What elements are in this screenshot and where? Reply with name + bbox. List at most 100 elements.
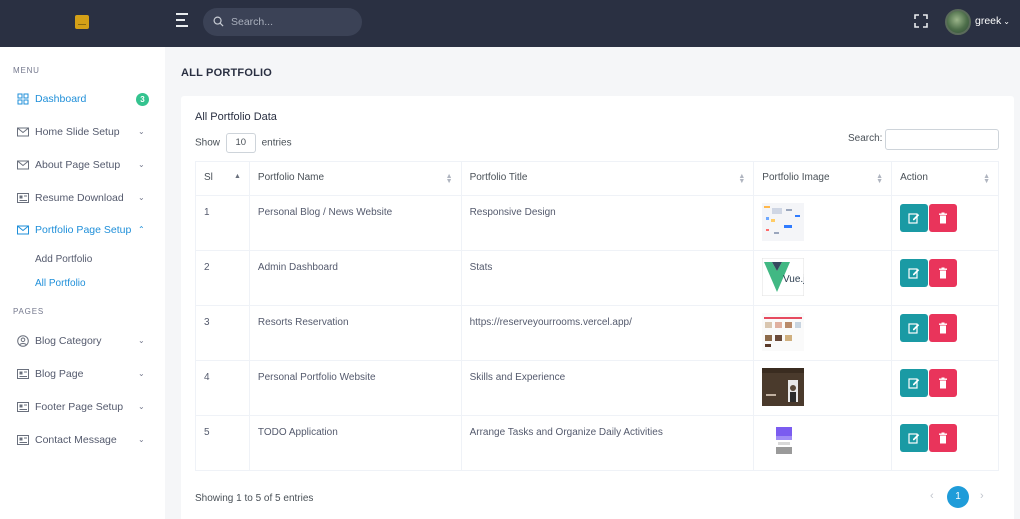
- newspaper-icon: [17, 402, 29, 412]
- cell-portfolio-name: Personal Portfolio Website: [248, 360, 462, 416]
- chevron-down-icon: ⌄: [138, 402, 145, 411]
- cell-sl: 2: [195, 250, 250, 306]
- entries-select[interactable]: 10: [225, 133, 256, 153]
- column-header-portfolio-title[interactable]: Portfolio Title ▲ ▼: [460, 161, 755, 196]
- cell-portfolio-image: [753, 305, 893, 361]
- brand-logo-icon[interactable]: [75, 15, 89, 29]
- grid-icon: [17, 93, 29, 105]
- cell-actions: [891, 195, 999, 251]
- logo-area: [0, 0, 165, 47]
- vuejs-logo-thumbnail: Vue.js: [762, 258, 805, 296]
- cell-portfolio-title: https://reserveyourrooms.vercel.app/: [460, 305, 755, 361]
- table-row: 5 TODO Application Arrange Tasks and Org…: [195, 415, 999, 471]
- chevron-up-icon: ⌃: [138, 225, 145, 234]
- delete-button[interactable]: [929, 259, 958, 287]
- chevron-down-icon: ⌄: [138, 435, 145, 444]
- pagination-previous[interactable]: ‹: [930, 490, 934, 502]
- table-search-label: Search:: [848, 133, 883, 144]
- cell-portfolio-name: Resorts Reservation: [248, 305, 462, 361]
- mail-icon: [17, 160, 29, 170]
- trash-icon: [939, 322, 948, 334]
- cell-sl: 5: [195, 415, 250, 471]
- cell-actions: [891, 360, 999, 416]
- newspaper-icon: [17, 369, 29, 379]
- sidebar-item-label: Portfolio Page Setup: [35, 224, 132, 236]
- cell-portfolio-title: Stats: [460, 250, 755, 306]
- portfolio-website-thumbnail: [762, 368, 805, 406]
- sidebar-item-resume-download[interactable]: Resume Download ⌄: [0, 186, 165, 212]
- delete-button[interactable]: [929, 424, 958, 452]
- sort-icon: ▲ ▼: [876, 173, 884, 185]
- top-navbar: greek⌄: [0, 0, 1020, 47]
- notification-badge: 3: [136, 93, 149, 106]
- newspaper-icon: [17, 435, 29, 445]
- sort-icon: ▲ ▼: [445, 173, 453, 185]
- username-label: greek: [975, 15, 1002, 27]
- search-input[interactable]: [231, 13, 351, 31]
- portfolio-table: Sl ▲ Portfolio Name ▲ ▼ Portfolio Title ▲ ▼ P…: [195, 161, 999, 471]
- chevron-down-icon: ⌄: [138, 336, 145, 345]
- sidebar-subitem-add-portfolio[interactable]: Add Portfolio: [35, 254, 92, 265]
- column-header-portfolio-image[interactable]: Portfolio Image ▲ ▼: [753, 161, 893, 196]
- cell-actions: [891, 305, 999, 361]
- show-label: Show: [195, 137, 221, 149]
- sidebar-item-blog-category[interactable]: Blog Category ⌄: [0, 329, 165, 355]
- menu-toggle-icon[interactable]: [176, 13, 190, 31]
- newspaper-icon: [17, 193, 29, 203]
- pagination: ‹ 1 ›: [925, 486, 989, 510]
- delete-button[interactable]: [929, 369, 958, 397]
- chevron-down-icon: ⌄: [138, 127, 145, 136]
- fullscreen-icon[interactable]: [914, 14, 928, 28]
- sidebar-item-footer-page-setup[interactable]: Footer Page Setup ⌄: [0, 395, 165, 421]
- pagination-page-1[interactable]: 1: [947, 486, 969, 508]
- blog-website-thumbnail: [762, 203, 805, 241]
- page-title: ALL PORTFOLIO: [181, 67, 273, 79]
- edit-button[interactable]: [900, 204, 929, 232]
- sidebar: MENU Dashboard 3 Home Slide Setup ⌄ Abou…: [0, 47, 165, 519]
- cell-actions: [891, 250, 999, 306]
- column-header-portfolio-name[interactable]: Portfolio Name ▲ ▼: [248, 161, 462, 196]
- sidebar-item-portfolio-page-setup[interactable]: Portfolio Page Setup ⌃: [0, 218, 165, 244]
- mail-icon: [17, 127, 29, 137]
- cell-portfolio-image: Vue.js: [753, 250, 893, 306]
- menu-section-title: MENU: [13, 66, 40, 75]
- table-row: 2 Admin Dashboard Stats Vue.js: [195, 250, 999, 306]
- trash-icon: [939, 432, 948, 444]
- table-row: 1 Personal Blog / News Website Responsiv…: [195, 195, 999, 251]
- pages-section-title: PAGES: [13, 307, 44, 316]
- sidebar-item-home-slide-setup[interactable]: Home Slide Setup ⌄: [0, 120, 165, 146]
- chevron-down-icon: ⌄: [138, 193, 145, 202]
- search-bar: [203, 8, 362, 36]
- delete-button[interactable]: [929, 204, 958, 232]
- sidebar-subitem-all-portfolio[interactable]: All Portfolio: [35, 278, 86, 289]
- sidebar-item-blog-page[interactable]: Blog Page ⌄: [0, 362, 165, 388]
- column-header-sl[interactable]: Sl ▲: [195, 161, 250, 196]
- table-search-input[interactable]: [885, 129, 999, 150]
- sidebar-item-dashboard[interactable]: Dashboard 3: [0, 87, 165, 113]
- edit-button[interactable]: [900, 259, 929, 287]
- avatar[interactable]: [945, 9, 971, 35]
- portfolio-card: All Portfolio Data Show 10 entries Searc…: [181, 96, 1014, 519]
- column-header-action[interactable]: Action ▲ ▼: [891, 161, 999, 196]
- card-title: All Portfolio Data: [195, 111, 277, 123]
- sidebar-item-contact-message[interactable]: Contact Message ⌄: [0, 428, 165, 454]
- edit-button[interactable]: [900, 424, 929, 452]
- cell-portfolio-name: TODO Application: [248, 415, 462, 471]
- sidebar-item-label: Dashboard: [35, 93, 87, 105]
- delete-button[interactable]: [929, 314, 958, 342]
- vuejs-logo-text: Vue.js: [783, 274, 804, 285]
- user-circle-icon: [17, 335, 29, 347]
- edit-button[interactable]: [900, 369, 929, 397]
- sort-icon: ▲ ▼: [983, 173, 990, 185]
- sidebar-item-label: Blog Category: [35, 335, 102, 347]
- edit-icon: [908, 213, 920, 224]
- todo-app-thumbnail: [762, 423, 805, 461]
- user-menu[interactable]: greek ⌄: [975, 15, 1010, 27]
- sort-icon: ▲ ▼: [738, 173, 746, 185]
- resort-website-thumbnail: [762, 313, 805, 351]
- pagination-next[interactable]: ›: [980, 490, 984, 502]
- sidebar-item-label: Contact Message: [35, 434, 117, 446]
- edit-button[interactable]: [900, 314, 929, 342]
- sidebar-item-about-page-setup[interactable]: About Page Setup ⌄: [0, 153, 165, 179]
- trash-icon: [939, 267, 948, 279]
